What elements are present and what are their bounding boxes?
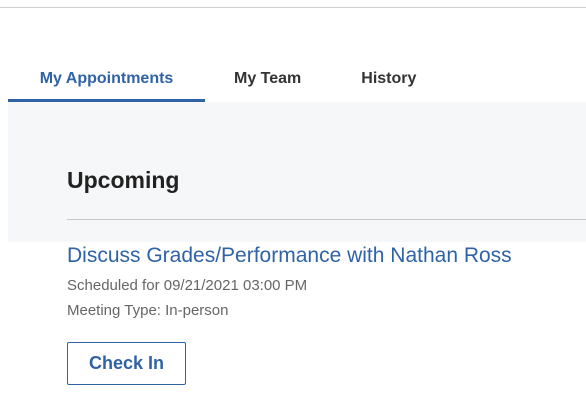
tab-my-appointments[interactable]: My Appointments: [8, 56, 205, 102]
section-title-upcoming: Upcoming: [67, 167, 180, 193]
check-in-button[interactable]: Check In: [67, 342, 186, 385]
upcoming-panel: Upcoming: [8, 102, 586, 242]
appointment-meeting-type: Meeting Type: In-person: [67, 302, 229, 319]
appointments-tabs: My Appointments My Team History: [8, 56, 586, 102]
tab-my-team[interactable]: My Team: [234, 56, 301, 102]
tab-history[interactable]: History: [361, 56, 416, 102]
top-divider: [0, 7, 586, 8]
appointment-title-link[interactable]: Discuss Grades/Performance with Nathan R…: [67, 244, 512, 268]
section-divider: [67, 219, 586, 220]
appointment-scheduled-text: Scheduled for 09/21/2021 03:00 PM: [67, 277, 308, 294]
